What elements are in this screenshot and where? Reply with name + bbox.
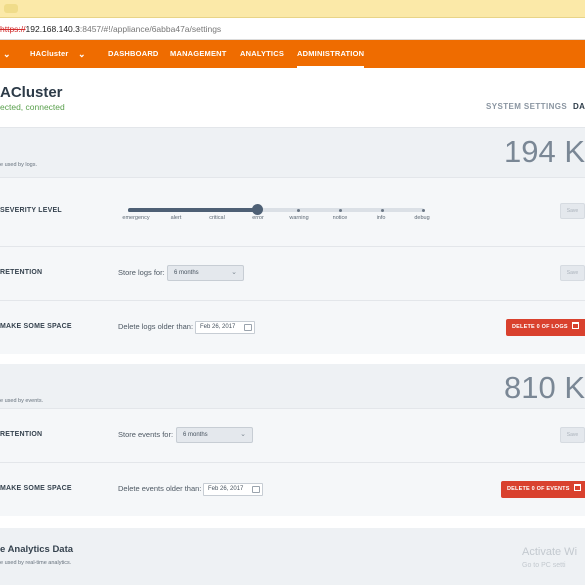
trash-icon <box>573 484 581 491</box>
slider-tick <box>297 209 300 212</box>
slider-tick <box>339 209 342 212</box>
events-usage-caption: e used by events. <box>0 398 44 404</box>
severity-slider[interactable]: emergency alert critical error warning n… <box>122 204 430 225</box>
severity-option-debug[interactable]: debug <box>414 215 429 221</box>
calendar-icon[interactable] <box>244 324 252 331</box>
logs-usage: e used by logs. 194 K <box>0 128 585 176</box>
analytics-section: e Analytics Data e used by real-time ana… <box>0 528 585 585</box>
delete-logs-button[interactable]: DELETE 0 OF LOGS <box>506 319 585 336</box>
slider-tick <box>381 209 384 212</box>
events-retention-label: RETENTION <box>0 431 43 438</box>
nav-item-analytics[interactable]: ANALYTICS <box>240 40 284 68</box>
cluster-selector-label: HACluster <box>30 49 69 58</box>
logs-retention-prompt: Store logs for: <box>118 268 165 277</box>
page-title: ACluster <box>0 84 63 101</box>
logs-delete-prompt: Delete logs older than: <box>118 322 194 331</box>
severity-option-warning[interactable]: warning <box>289 215 308 221</box>
logs-space-row: MAKE SOME SPACE Delete logs older than: … <box>0 300 585 354</box>
slider-handle[interactable] <box>252 204 263 215</box>
logs-delete-date-value: Feb 26, 2017 <box>200 324 236 330</box>
nav-item-administration[interactable]: ADMINISTRATION <box>297 40 365 68</box>
analytics-heading: e Analytics Data <box>0 544 74 555</box>
logs-space-label: MAKE SOME SPACE <box>0 323 72 330</box>
events-retention-select[interactable]: 6 months ⌄ <box>176 427 253 443</box>
tab-system-settings[interactable]: SYSTEM SETTINGS <box>486 102 567 111</box>
browser-tab[interactable] <box>4 4 18 13</box>
severity-option-info[interactable]: info <box>377 215 386 221</box>
activation-watermark-hint: Go to PC setti <box>522 562 566 569</box>
section-divider <box>0 516 585 528</box>
logs-usage-value: 194 K <box>503 134 585 169</box>
delete-events-label: DELETE 0 OF EVENTS <box>507 486 570 492</box>
severity-option-critical[interactable]: critical <box>209 215 225 221</box>
logs-retention-select[interactable]: 6 months ⌄ <box>167 265 244 281</box>
logs-delete-date-input[interactable]: Feb 26, 2017 <box>195 321 255 334</box>
severity-label: SEVERITY LEVEL <box>0 207 62 214</box>
connection-status: ected, connected <box>0 102 65 112</box>
severity-save-button[interactable]: Save <box>560 203 585 219</box>
events-delete-prompt: Delete events older than: <box>118 484 202 493</box>
slider-fill <box>128 208 258 212</box>
delete-logs-label: DELETE 0 OF LOGS <box>512 324 568 330</box>
events-space-label: MAKE SOME SPACE <box>0 485 72 492</box>
events-retention-row: RETENTION Store events for: 6 months ⌄ S… <box>0 408 585 462</box>
top-navigation: ⌄ HACluster ⌄ DASHBOARD MANAGEMENT ANALY… <box>0 40 585 68</box>
calendar-icon[interactable] <box>252 486 260 493</box>
cluster-selector[interactable]: HACluster <box>30 40 68 68</box>
browser-tab-strip <box>0 0 585 18</box>
analytics-caption: e used by real-time analytics. <box>0 560 72 566</box>
trash-icon <box>571 322 579 329</box>
logs-retention-save-button[interactable]: Save <box>560 265 585 281</box>
events-delete-date-input[interactable]: Feb 26, 2017 <box>203 483 263 496</box>
chevron-down-icon[interactable]: ⌄ <box>3 40 11 68</box>
severity-option-error[interactable]: error <box>252 215 264 221</box>
severity-option-alert[interactable]: alert <box>171 215 182 221</box>
slider-tick <box>170 209 173 212</box>
events-usage: e used by events. 810 K <box>0 364 585 412</box>
events-delete-date-value: Feb 26, 2017 <box>208 486 244 492</box>
severity-option-emergency[interactable]: emergency <box>122 215 149 221</box>
url-host: 192.168.140.3 <box>25 24 80 34</box>
activation-watermark: Activate Wi <box>522 546 578 558</box>
severity-option-notice[interactable]: notice <box>333 215 348 221</box>
chevron-down-icon: ⌄ <box>240 431 246 438</box>
section-divider <box>0 354 585 364</box>
chevron-down-icon: ⌄ <box>231 269 237 276</box>
nav-item-management[interactable]: MANAGEMENT <box>170 40 227 68</box>
events-usage-value: 810 K <box>503 370 585 405</box>
nav-item-dashboard[interactable]: DASHBOARD <box>108 40 159 68</box>
delete-events-button[interactable]: DELETE 0 OF EVENTS <box>501 481 585 498</box>
url-path: :8457/#!/appliance/6abba47a/settings <box>79 24 222 34</box>
logs-retention-value: 6 months <box>174 270 199 276</box>
events-retention-value: 6 months <box>183 432 208 438</box>
slider-tick <box>128 209 131 212</box>
events-space-row: MAKE SOME SPACE Delete events older than… <box>0 462 585 516</box>
slider-tick <box>422 209 425 212</box>
events-retention-save-button[interactable]: Save <box>560 427 585 443</box>
tab-data[interactable]: DA <box>573 102 585 111</box>
page-header: ACluster ected, connected SYSTEM SETTING… <box>0 68 585 128</box>
address-bar[interactable]: https://192.168.140.3:8457/#!/appliance/… <box>0 18 585 40</box>
logs-retention-label: RETENTION <box>0 269 43 276</box>
logs-usage-caption: e used by logs. <box>0 162 37 168</box>
slider-tick <box>212 209 215 212</box>
logs-retention-row: RETENTION Store logs for: 6 months ⌄ Sav… <box>0 246 585 300</box>
chevron-down-icon[interactable]: ⌄ <box>78 40 86 68</box>
events-retention-prompt: Store events for: <box>118 430 174 439</box>
url-scheme: https:// <box>0 24 26 34</box>
